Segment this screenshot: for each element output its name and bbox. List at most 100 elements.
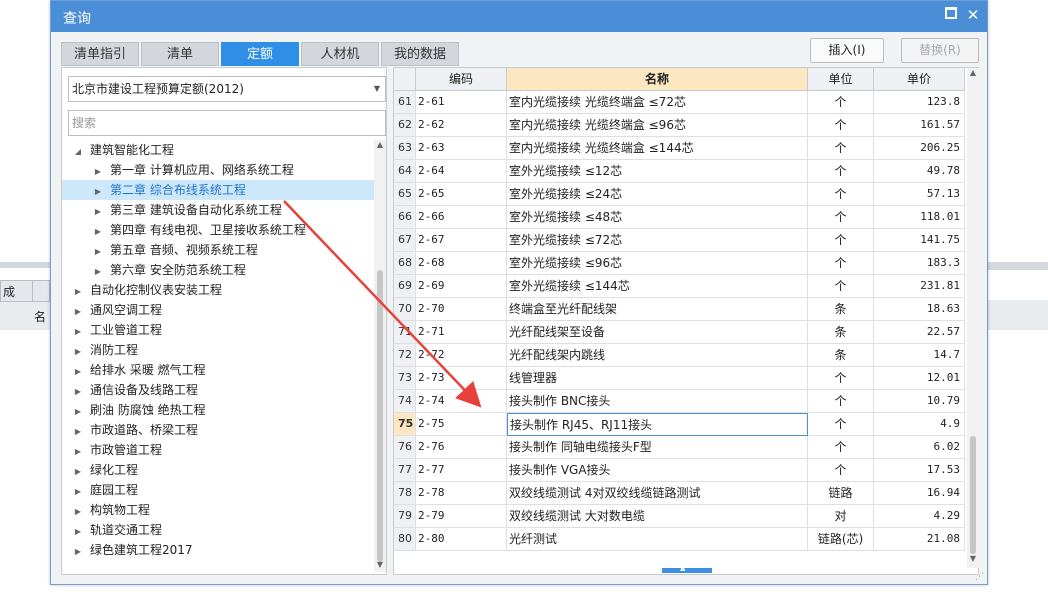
- cell-price[interactable]: 10.79: [874, 390, 965, 413]
- cell-price[interactable]: 206.25: [874, 137, 965, 160]
- cell-price[interactable]: 17.53: [874, 459, 965, 482]
- cell-code[interactable]: 2-72: [416, 344, 507, 367]
- cell-code[interactable]: 2-62: [416, 114, 507, 137]
- cell-price[interactable]: 18.63: [874, 298, 965, 321]
- caret-right-icon[interactable]: ▶: [72, 322, 84, 342]
- caret-right-icon[interactable]: ▶: [72, 442, 84, 462]
- cell-code[interactable]: 2-79: [416, 505, 507, 528]
- cell-code[interactable]: 2-80: [416, 528, 507, 551]
- cell-name[interactable]: 接头制作 同轴电缆接头F型: [507, 436, 808, 459]
- quota-library-select[interactable]: 北京市建设工程预算定额(2012) ▼: [68, 76, 386, 102]
- scroll-down-icon[interactable]: ▼: [374, 560, 386, 569]
- tree-item[interactable]: ▶ 第四章 有线电视、卫星接收系统工程: [62, 220, 306, 240]
- cell-name[interactable]: 光纤配线架内跳线: [507, 344, 808, 367]
- cell-idx[interactable]: 61: [394, 91, 416, 114]
- cell-name[interactable]: 线管理器: [507, 367, 808, 390]
- cell-price[interactable]: 161.57: [874, 114, 965, 137]
- tree-item[interactable]: ▶ 第三章 建筑设备自动化系统工程: [62, 200, 282, 220]
- cell-name[interactable]: 双绞线缆测试 大对数电缆: [507, 505, 808, 528]
- cell-code[interactable]: 2-76: [416, 436, 507, 459]
- tree-item[interactable]: ▶ 市政管道工程: [62, 440, 162, 460]
- cell-unit[interactable]: 个: [808, 91, 874, 114]
- cell-code[interactable]: 2-68: [416, 252, 507, 275]
- cell-idx[interactable]: 63: [394, 137, 416, 160]
- tree-item[interactable]: ▶ 通信设备及线路工程: [62, 380, 198, 400]
- tree-item[interactable]: ▶ 第五章 音频、视频系统工程: [62, 240, 258, 260]
- cell-idx[interactable]: 67: [394, 229, 416, 252]
- caret-down-icon[interactable]: ◢: [72, 142, 84, 162]
- tree-item[interactable]: ▶ 工业管道工程: [62, 320, 162, 340]
- maximize-icon[interactable]: [943, 7, 959, 23]
- caret-right-icon[interactable]: ▶: [72, 342, 84, 362]
- scroll-up-icon[interactable]: ▲: [967, 68, 979, 77]
- cell-name[interactable]: 室外光缆接续 ≤12芯: [507, 160, 808, 183]
- cell-price[interactable]: 21.08: [874, 528, 965, 551]
- cell-name[interactable]: 光纤配线架至设备: [507, 321, 808, 344]
- header-code[interactable]: 编码: [416, 68, 507, 91]
- cell-name[interactable]: 接头制作 VGA接头: [507, 459, 808, 482]
- tab-2[interactable]: 清单: [141, 42, 219, 66]
- caret-right-icon[interactable]: ▶: [72, 382, 84, 402]
- cell-price[interactable]: 12.01: [874, 367, 965, 390]
- tab-1[interactable]: 清单指引: [61, 42, 139, 66]
- caret-right-icon[interactable]: ▶: [72, 282, 84, 302]
- cell-code[interactable]: 2-64: [416, 160, 507, 183]
- cell-idx[interactable]: 65: [394, 183, 416, 206]
- cell-name[interactable]: 室外光缆接续 ≤48芯: [507, 206, 808, 229]
- cell-code[interactable]: 2-73: [416, 367, 507, 390]
- cell-unit[interactable]: 链路(芯): [808, 528, 874, 551]
- cell-idx[interactable]: 78: [394, 482, 416, 505]
- cell-unit[interactable]: 链路: [808, 482, 874, 505]
- cell-unit[interactable]: 对: [808, 505, 874, 528]
- caret-right-icon[interactable]: ▶: [72, 482, 84, 502]
- cell-price[interactable]: 6.02: [874, 436, 965, 459]
- cell-price[interactable]: 14.7: [874, 344, 965, 367]
- cell-idx[interactable]: 68: [394, 252, 416, 275]
- tree-item[interactable]: ▶ 轨道交通工程: [62, 520, 162, 540]
- tree-scroll-thumb[interactable]: [377, 270, 383, 562]
- tree-item[interactable]: ▶ 庭园工程: [62, 480, 138, 500]
- cell-code[interactable]: 2-70: [416, 298, 507, 321]
- cell-name[interactable]: 双绞线缆测试 4对双绞线缆链路测试: [507, 482, 808, 505]
- cell-unit[interactable]: 个: [808, 229, 874, 252]
- cell-idx[interactable]: 71: [394, 321, 416, 344]
- cell-name[interactable]: 室内光缆接续 光缆终端盒 ≤144芯: [507, 137, 808, 160]
- caret-right-icon[interactable]: ▶: [72, 462, 84, 482]
- cell-price[interactable]: 16.94: [874, 482, 965, 505]
- cell-price[interactable]: 141.75: [874, 229, 965, 252]
- cell-unit[interactable]: 个: [808, 459, 874, 482]
- close-icon[interactable]: ✕: [965, 7, 981, 23]
- tree-item[interactable]: ▶ 构筑物工程: [62, 500, 150, 520]
- replace-button[interactable]: 替换(R): [901, 38, 979, 63]
- tree-item[interactable]: ▶ 消防工程: [62, 340, 138, 360]
- caret-right-icon[interactable]: ▶: [72, 402, 84, 422]
- cell-price[interactable]: 231.81: [874, 275, 965, 298]
- tree-item[interactable]: ▶ 绿色建筑工程2017: [62, 540, 193, 560]
- tree-item[interactable]: ▶ 自动化控制仪表安装工程: [62, 280, 222, 300]
- caret-right-icon[interactable]: ▶: [72, 302, 84, 322]
- cell-code[interactable]: 2-61: [416, 91, 507, 114]
- cell-name[interactable]: 室内光缆接续 光缆终端盒 ≤72芯: [507, 91, 808, 114]
- cell-name[interactable]: 接头制作 BNC接头: [507, 390, 808, 413]
- horizontal-scroll-thumb[interactable]: [662, 568, 712, 573]
- cell-unit[interactable]: 个: [808, 206, 874, 229]
- table-scroll-thumb[interactable]: [970, 436, 976, 554]
- cell-price[interactable]: 22.57: [874, 321, 965, 344]
- cell-name[interactable]: 室外光缆接续 ≤24芯: [507, 183, 808, 206]
- cell-idx[interactable]: 72: [394, 344, 416, 367]
- tab-3[interactable]: 定额: [221, 42, 299, 66]
- cell-idx[interactable]: 69: [394, 275, 416, 298]
- cell-name[interactable]: 室内光缆接续 光缆终端盒 ≤96芯: [507, 114, 808, 137]
- cell-name[interactable]: 光纤测试: [507, 528, 808, 551]
- dialog-titlebar[interactable]: 查询 ✕: [51, 1, 987, 32]
- cell-name[interactable]: 终端盒至光纤配线架: [507, 298, 808, 321]
- cell-price[interactable]: 183.3: [874, 252, 965, 275]
- caret-right-icon[interactable]: ▶: [72, 502, 84, 522]
- cell-code[interactable]: 2-69: [416, 275, 507, 298]
- cell-name[interactable]: 室外光缆接续 ≤72芯: [507, 229, 808, 252]
- header-name[interactable]: 名称: [507, 68, 808, 91]
- cell-idx[interactable]: 76: [394, 436, 416, 459]
- cell-idx[interactable]: 74: [394, 390, 416, 413]
- tree-item[interactable]: ▶ 给排水 采暖 燃气工程: [62, 360, 206, 380]
- tree-item[interactable]: ▶ 第二章 综合布线系统工程: [62, 180, 374, 200]
